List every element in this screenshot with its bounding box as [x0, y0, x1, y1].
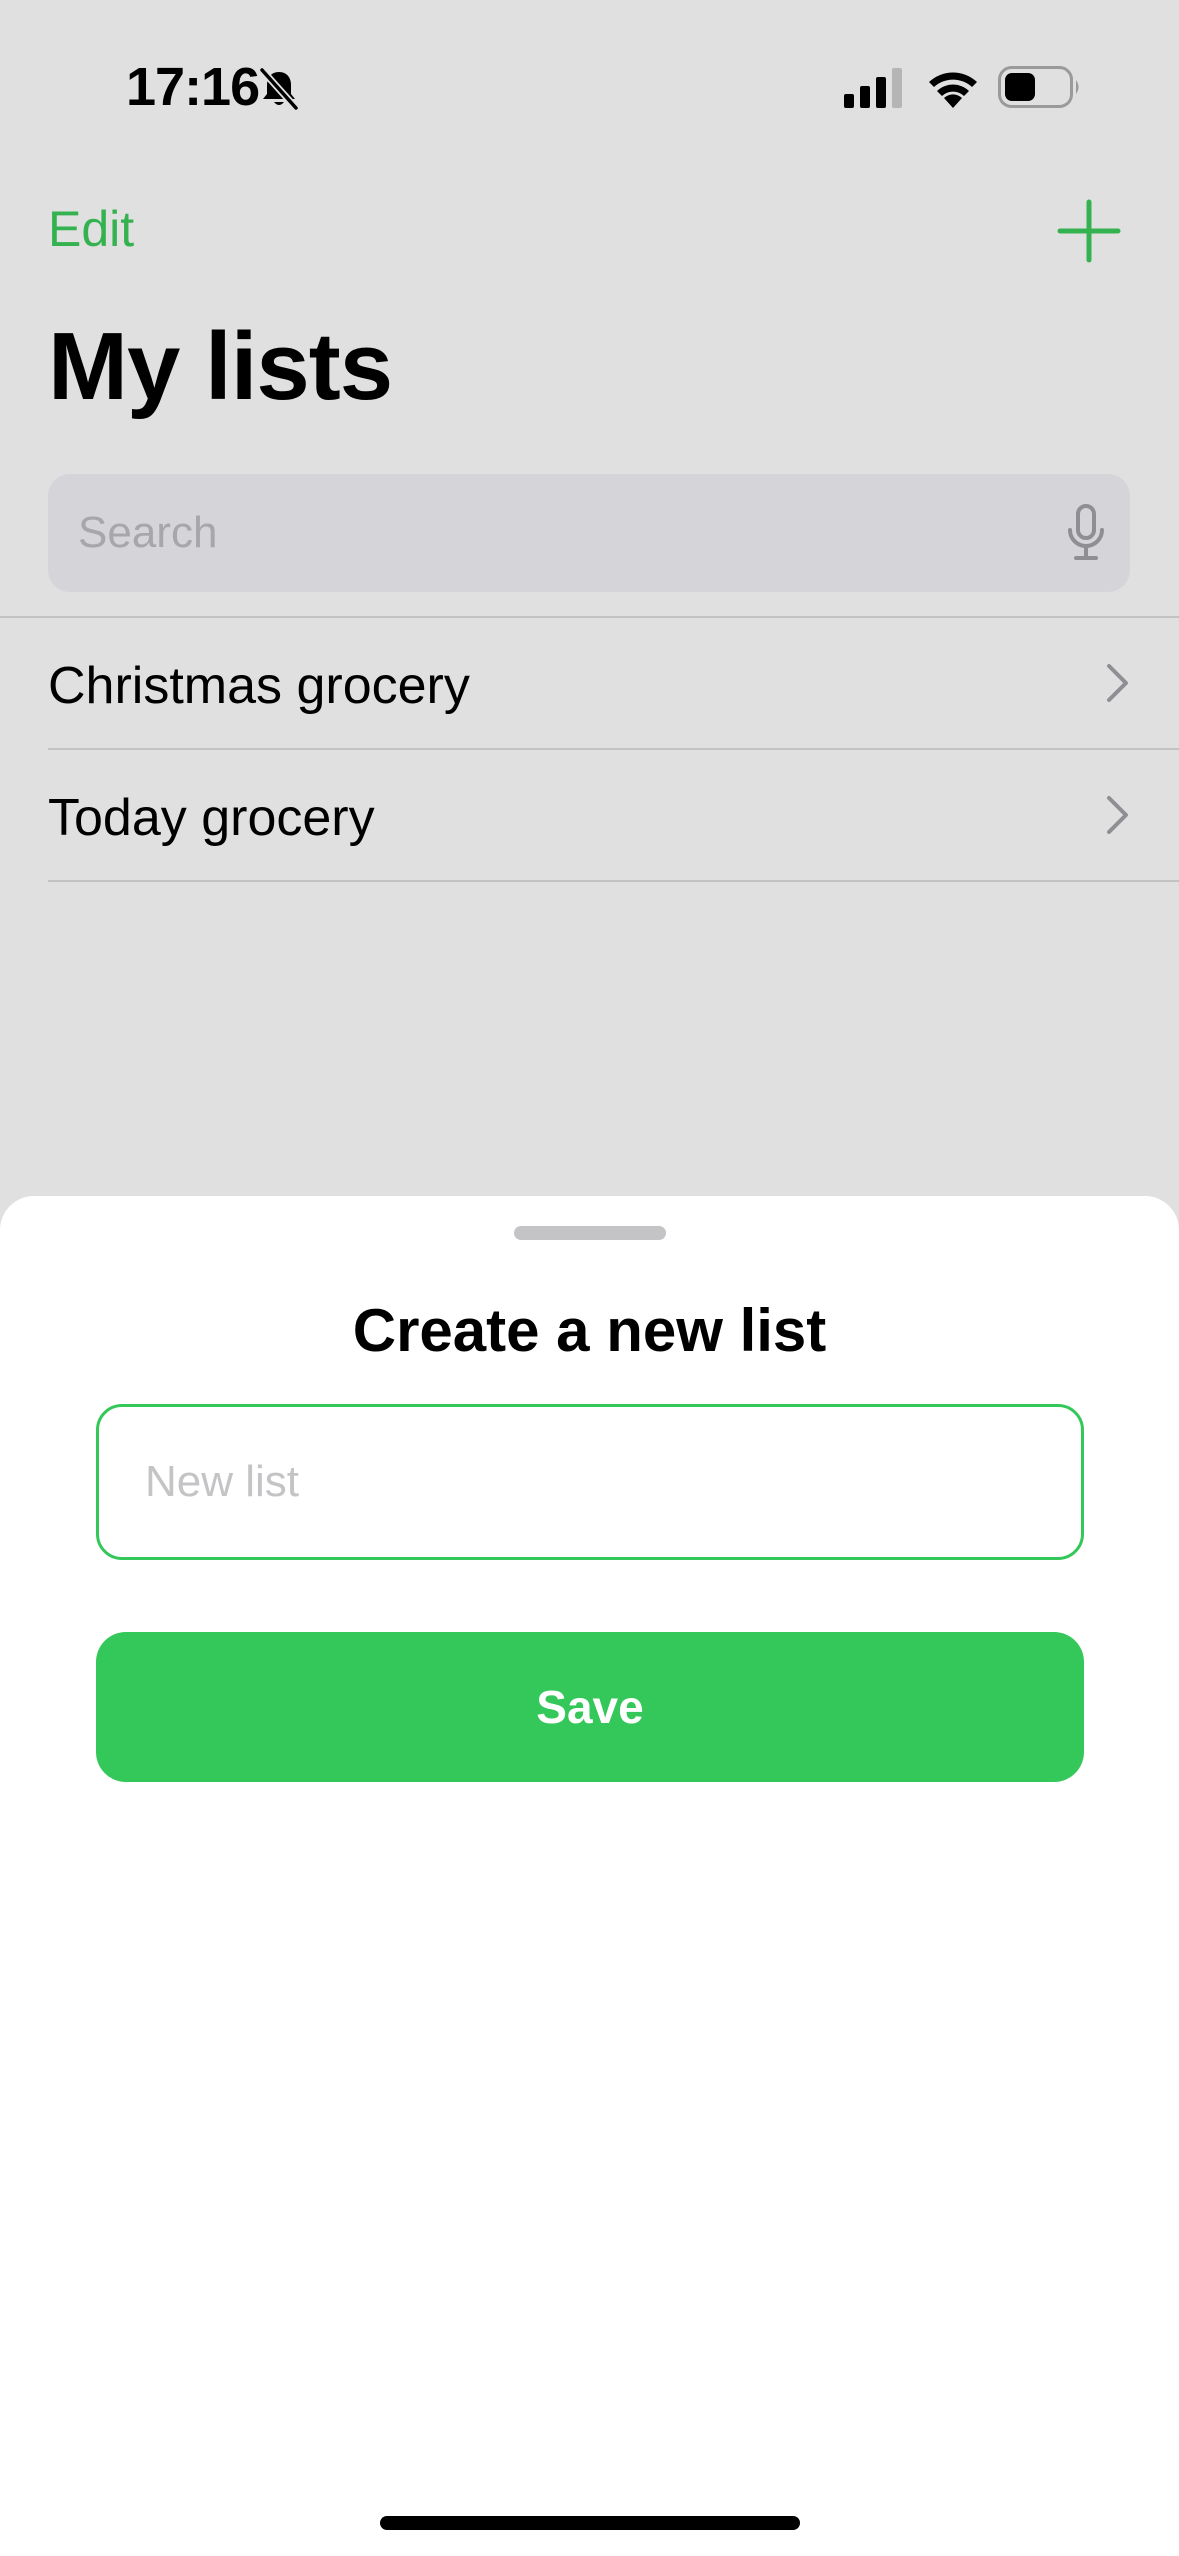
page-title: My lists — [48, 313, 393, 420]
search-input[interactable] — [78, 474, 998, 592]
chevron-right-icon — [1107, 796, 1128, 834]
lists-table: Christmas grocery Today grocery — [0, 618, 1179, 882]
list-item[interactable]: Today grocery — [48, 750, 1179, 882]
new-list-field — [96, 1404, 1084, 1560]
status-time: 17:16 — [126, 57, 260, 117]
add-list-button[interactable] — [1054, 196, 1124, 266]
new-list-input[interactable] — [145, 1407, 1045, 1557]
signal-icon — [844, 68, 902, 108]
list-item-label: Today grocery — [48, 789, 375, 847]
wifi-icon — [929, 72, 977, 108]
mic-icon[interactable] — [1066, 504, 1106, 562]
battery-icon — [998, 66, 1079, 108]
list-item[interactable]: Christmas grocery — [48, 618, 1179, 750]
create-list-sheet: Create a new list Save — [0, 1196, 1179, 2556]
list-item-label: Christmas grocery — [48, 657, 470, 715]
chevron-right-icon — [1107, 664, 1128, 702]
bell-slash-icon — [259, 67, 299, 111]
edit-button[interactable]: Edit — [48, 200, 134, 258]
plus-icon — [1057, 199, 1121, 263]
sheet-title: Create a new list — [352, 1297, 827, 1364]
search-bar — [48, 474, 1130, 592]
status-bar: 17:16 — [0, 0, 1179, 170]
save-button[interactable]: Save — [96, 1632, 1084, 1782]
sheet-grabber[interactable] — [514, 1226, 666, 1240]
home-indicator — [380, 2516, 800, 2530]
